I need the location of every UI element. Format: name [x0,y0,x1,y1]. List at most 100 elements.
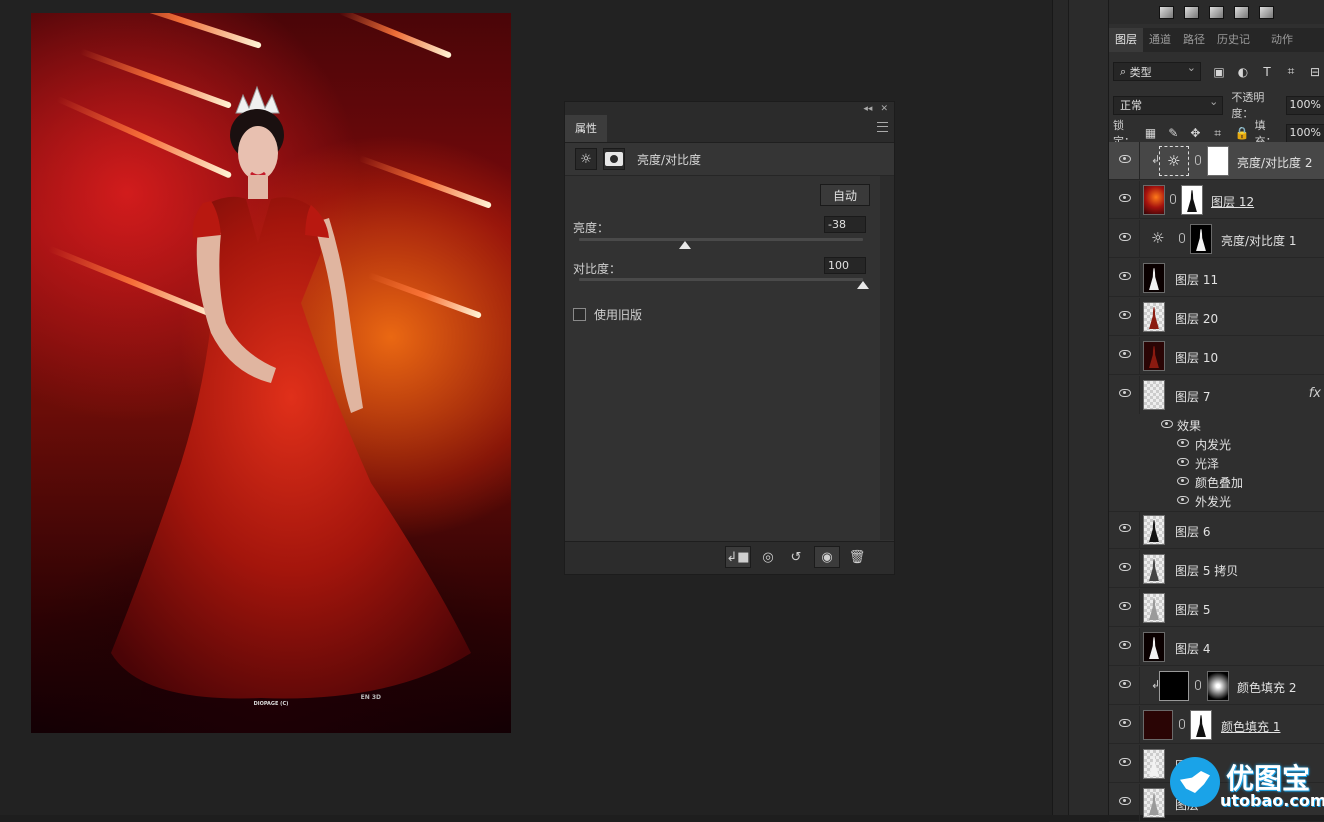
adjustment-filter-icon[interactable]: ◐ [1237,65,1249,79]
visibility-eye-icon[interactable] [1177,439,1189,447]
tab-history[interactable]: 历史记录 [1211,28,1265,52]
layer-row[interactable]: 图层 5 拷贝 [1109,550,1324,588]
smart-object-filter-icon[interactable]: ⊟ [1309,65,1321,79]
mask-thumbnail[interactable] [1207,671,1229,701]
link-icon[interactable] [1195,155,1201,165]
layer-thumbnail[interactable] [1143,302,1165,332]
layer-thumbnail[interactable] [1143,185,1165,215]
exposure-icon[interactable] [1184,5,1199,19]
layer-thumbnail[interactable] [1143,749,1165,779]
view-previous-state-icon[interactable]: ◎ [755,546,781,568]
tab-actions[interactable]: 动作 [1265,28,1299,52]
visibility-eye-icon[interactable] [1161,420,1173,428]
fx-icon[interactable]: fx [1309,386,1321,401]
lock-artboard-icon[interactable]: ⌗ [1213,126,1223,141]
effect-item[interactable]: 内发光 [1109,434,1324,453]
visibility-eye-icon[interactable] [1119,233,1131,241]
visibility-eye-icon[interactable] [1119,758,1131,766]
link-icon[interactable] [1179,719,1185,729]
layer-thumbnail[interactable] [1143,263,1165,293]
contrast-slider[interactable] [579,278,863,281]
layer-thumbnail[interactable] [1143,593,1165,623]
visibility-eye-icon[interactable] [1119,641,1131,649]
tab-properties[interactable]: 属性 [565,115,607,142]
visibility-eye-icon[interactable] [1119,350,1131,358]
fill-input[interactable]: 100% [1285,123,1324,143]
tab-paths[interactable]: 路径 [1177,28,1211,52]
brightness-slider-thumb[interactable] [679,241,692,249]
layer-row[interactable]: ☼ 亮度/对比度 1 [1109,220,1324,258]
effect-item[interactable]: 外发光 [1109,491,1324,512]
visibility-eye-icon[interactable] [1119,194,1131,202]
layer-row[interactable]: 颜色填充 1 [1109,706,1324,744]
close-icon[interactable]: ✕ [880,104,888,114]
auto-button[interactable]: 自动 [820,184,870,206]
layer-row[interactable]: 图层 20 [1109,298,1324,336]
layer-row[interactable]: 图层 7 fx [1109,376,1324,414]
legacy-checkbox[interactable] [573,308,586,321]
layer-row[interactable]: 图层 10 [1109,337,1324,375]
mask-thumbnail[interactable] [1207,146,1229,176]
layer-row[interactable]: ↲ ☼ 亮度/对比度 2 [1109,142,1324,180]
visibility-eye-icon[interactable] [1177,496,1189,504]
visibility-eye-icon[interactable] [1119,311,1131,319]
visibility-eye-icon[interactable] [1119,272,1131,280]
visibility-eye-icon[interactable] [1177,477,1189,485]
blend-mode-select[interactable]: 正常 [1113,95,1224,115]
effects-row[interactable]: 效果 [1109,415,1324,434]
brightness-input[interactable]: -38 [824,216,866,233]
levels-icon[interactable] [1209,5,1224,19]
shape-filter-icon[interactable]: ⌗ [1285,64,1297,79]
lock-transparent-icon[interactable]: ▦ [1145,126,1156,140]
legacy-option[interactable]: 使用旧版 [573,306,642,323]
layer-row[interactable]: 图层 4 [1109,628,1324,666]
properties-titlebar[interactable]: ◂◂ ✕ [565,102,894,116]
filter-type-select[interactable]: ⌕ 类型 [1113,61,1201,81]
fill-thumbnail[interactable] [1143,710,1173,740]
panel-menu-icon[interactable] [877,122,888,132]
visibility-eye-icon[interactable] [1119,680,1131,688]
layer-thumbnail[interactable] [1143,632,1165,662]
collapse-icon[interactable]: ◂◂ [863,104,872,114]
clip-to-layer-button[interactable]: ↲■ [725,546,751,568]
layer-row[interactable]: 图层 6 [1109,511,1324,549]
mask-thumbnail[interactable] [1190,224,1212,254]
properties-scrollbar[interactable] [880,176,894,540]
effect-item[interactable]: 颜色叠加 [1109,472,1324,491]
layer-row[interactable]: 图层 12 [1109,181,1324,219]
gradient-map-icon[interactable] [1259,5,1274,19]
delete-icon[interactable]: 🗑 [844,546,870,568]
layer-thumbnail[interactable] [1143,380,1165,410]
mask-thumbnail[interactable] [1190,710,1212,740]
link-icon[interactable] [1195,680,1201,690]
lock-all-icon[interactable]: 🔒 [1235,126,1250,140]
link-icon[interactable] [1170,194,1176,204]
contrast-slider-thumb[interactable] [857,281,869,289]
visibility-eye-icon[interactable] [1119,602,1131,610]
hsl-icon[interactable] [1234,5,1249,19]
visibility-toggle-icon[interactable]: ◉ [814,546,840,568]
opacity-input[interactable]: 100% [1285,95,1324,115]
image-filter-icon[interactable]: ▣ [1213,65,1225,79]
curves-icon[interactable] [1159,5,1174,19]
layer-row[interactable]: 图层 11 [1109,259,1324,297]
visibility-eye-icon[interactable] [1119,389,1131,397]
canvas-scrollbar[interactable] [1052,0,1069,815]
effect-item[interactable]: 光泽 [1109,453,1324,472]
type-filter-icon[interactable]: T [1261,65,1273,79]
brightness-contrast-icon[interactable]: ☼ [575,148,597,170]
visibility-eye-icon[interactable] [1119,719,1131,727]
fill-thumbnail[interactable] [1159,671,1189,701]
contrast-input[interactable]: 100 [824,257,866,274]
visibility-eye-icon[interactable] [1177,458,1189,466]
layer-row[interactable]: ↲ 颜色填充 2 [1109,667,1324,705]
link-icon[interactable] [1179,233,1185,243]
visibility-eye-icon[interactable] [1119,797,1131,805]
reset-icon[interactable]: ↺ [783,546,809,568]
layer-thumbnail[interactable] [1143,554,1165,584]
tab-layers[interactable]: 图层 [1109,28,1143,52]
layer-row[interactable]: 图层 5 [1109,589,1324,627]
layer-thumbnail[interactable] [1143,788,1165,818]
visibility-eye-icon[interactable] [1119,563,1131,571]
tab-channels[interactable]: 通道 [1143,28,1177,52]
